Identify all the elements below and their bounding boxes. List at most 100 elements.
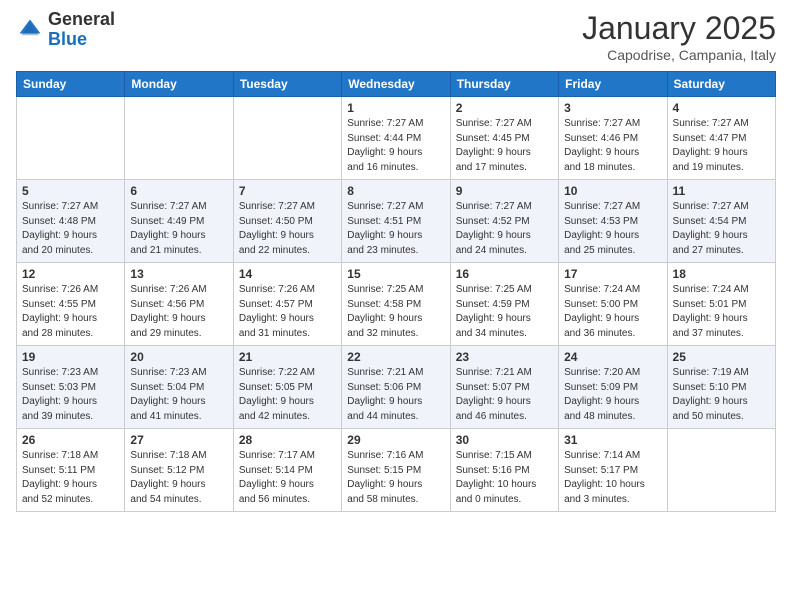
day-info: Sunrise: 7:26 AM Sunset: 4:57 PM Dayligh… <box>239 283 336 341</box>
calendar-week: 26Sunrise: 7:18 AM Sunset: 5:11 PM Dayli… <box>17 429 776 512</box>
day-number: 20 <box>130 350 227 364</box>
day-info: Sunrise: 7:14 AM Sunset: 5:17 PM Dayligh… <box>564 449 661 507</box>
weekday-header: Monday <box>125 72 233 97</box>
day-info: Sunrise: 7:27 AM Sunset: 4:44 PM Dayligh… <box>347 117 444 175</box>
day-number: 22 <box>347 350 444 364</box>
day-info: Sunrise: 7:27 AM Sunset: 4:46 PM Dayligh… <box>564 117 661 175</box>
day-info: Sunrise: 7:24 AM Sunset: 5:00 PM Dayligh… <box>564 283 661 341</box>
calendar-cell <box>17 97 125 180</box>
header-row: SundayMondayTuesdayWednesdayThursdayFrid… <box>17 72 776 97</box>
calendar-cell: 4 Sunrise: 7:27 AM Sunset: 4:47 PM Daylig… <box>667 97 775 180</box>
day-number: 17 <box>564 267 661 281</box>
calendar-week: 5 Sunrise: 7:27 AM Sunset: 4:48 PM Daylig… <box>17 180 776 263</box>
logo-general: General <box>48 10 115 30</box>
day-number: 10 <box>564 184 661 198</box>
day-number: 28 <box>239 433 336 447</box>
day-info: Sunrise: 7:15 AM Sunset: 5:16 PM Dayligh… <box>456 449 553 507</box>
calendar-cell: 9 Sunrise: 7:27 AM Sunset: 4:52 PM Daylig… <box>450 180 558 263</box>
calendar-cell: 30 Sunrise: 7:15 AM Sunset: 5:16 PM Dayli… <box>450 429 558 512</box>
calendar-cell: 26Sunrise: 7:18 AM Sunset: 5:11 PM Dayli… <box>17 429 125 512</box>
weekday-header: Tuesday <box>233 72 341 97</box>
day-info: Sunrise: 7:22 AM Sunset: 5:05 PM Dayligh… <box>239 366 336 424</box>
calendar-cell: 24Sunrise: 7:20 AM Sunset: 5:09 PM Dayli… <box>559 346 667 429</box>
day-number: 1 <box>347 101 444 115</box>
calendar-cell: 7 Sunrise: 7:27 AM Sunset: 4:50 PM Daylig… <box>233 180 341 263</box>
calendar-cell: 6Sunrise: 7:27 AM Sunset: 4:49 PM Daylig… <box>125 180 233 263</box>
day-number: 18 <box>673 267 770 281</box>
day-info: Sunrise: 7:23 AM Sunset: 5:04 PM Dayligh… <box>130 366 227 424</box>
calendar-cell: 29 Sunrise: 7:16 AM Sunset: 5:15 PM Dayli… <box>342 429 450 512</box>
calendar-cell: 14 Sunrise: 7:26 AM Sunset: 4:57 PM Dayli… <box>233 263 341 346</box>
calendar-cell: 5 Sunrise: 7:27 AM Sunset: 4:48 PM Daylig… <box>17 180 125 263</box>
weekday-header: Sunday <box>17 72 125 97</box>
day-number: 24 <box>564 350 661 364</box>
calendar-cell: 20 Sunrise: 7:23 AM Sunset: 5:04 PM Dayli… <box>125 346 233 429</box>
day-number: 7 <box>239 184 336 198</box>
month-title: January 2025 <box>582 10 776 47</box>
calendar-cell <box>667 429 775 512</box>
day-number: 19 <box>22 350 119 364</box>
calendar-cell: 17 Sunrise: 7:24 AM Sunset: 5:00 PM Dayli… <box>559 263 667 346</box>
page: General Blue January 2025 Capodrise, Cam… <box>0 0 792 612</box>
calendar-cell: 2 Sunrise: 7:27 AM Sunset: 4:45 PM Daylig… <box>450 97 558 180</box>
day-info: Sunrise: 7:27 AM Sunset: 4:53 PM Dayligh… <box>564 200 661 258</box>
day-info: Sunrise: 7:26 AM Sunset: 4:56 PM Dayligh… <box>130 283 227 341</box>
day-info: Sunrise: 7:27 AM Sunset: 4:47 PM Dayligh… <box>673 117 770 175</box>
calendar-cell: 12Sunrise: 7:26 AM Sunset: 4:55 PM Dayli… <box>17 263 125 346</box>
logo: General Blue <box>16 10 115 50</box>
day-number: 16 <box>456 267 553 281</box>
day-number: 2 <box>456 101 553 115</box>
day-number: 4 <box>673 101 770 115</box>
calendar-cell <box>233 97 341 180</box>
calendar-cell: 18Sunrise: 7:24 AM Sunset: 5:01 PM Dayli… <box>667 263 775 346</box>
day-info: Sunrise: 7:27 AM Sunset: 4:50 PM Dayligh… <box>239 200 336 258</box>
day-info: Sunrise: 7:27 AM Sunset: 4:45 PM Dayligh… <box>456 117 553 175</box>
day-info: Sunrise: 7:16 AM Sunset: 5:15 PM Dayligh… <box>347 449 444 507</box>
day-number: 31 <box>564 433 661 447</box>
logo-icon <box>16 16 44 44</box>
day-number: 29 <box>347 433 444 447</box>
day-info: Sunrise: 7:27 AM Sunset: 4:52 PM Dayligh… <box>456 200 553 258</box>
calendar-week: 12Sunrise: 7:26 AM Sunset: 4:55 PM Dayli… <box>17 263 776 346</box>
location-subtitle: Capodrise, Campania, Italy <box>582 47 776 63</box>
day-number: 30 <box>456 433 553 447</box>
logo-text: General Blue <box>48 10 115 50</box>
day-info: Sunrise: 7:27 AM Sunset: 4:51 PM Dayligh… <box>347 200 444 258</box>
day-info: Sunrise: 7:25 AM Sunset: 4:59 PM Dayligh… <box>456 283 553 341</box>
calendar-cell <box>125 97 233 180</box>
day-number: 23 <box>456 350 553 364</box>
calendar-week: 1 Sunrise: 7:27 AM Sunset: 4:44 PM Daylig… <box>17 97 776 180</box>
day-number: 9 <box>456 184 553 198</box>
day-info: Sunrise: 7:19 AM Sunset: 5:10 PM Dayligh… <box>673 366 770 424</box>
day-number: 21 <box>239 350 336 364</box>
calendar-cell: 21 Sunrise: 7:22 AM Sunset: 5:05 PM Dayli… <box>233 346 341 429</box>
calendar-cell: 31 Sunrise: 7:14 AM Sunset: 5:17 PM Dayli… <box>559 429 667 512</box>
day-number: 26 <box>22 433 119 447</box>
weekday-header: Saturday <box>667 72 775 97</box>
day-number: 5 <box>22 184 119 198</box>
weekday-header: Thursday <box>450 72 558 97</box>
calendar-cell: 16 Sunrise: 7:25 AM Sunset: 4:59 PM Dayli… <box>450 263 558 346</box>
day-number: 14 <box>239 267 336 281</box>
calendar-cell: 25Sunrise: 7:19 AM Sunset: 5:10 PM Dayli… <box>667 346 775 429</box>
day-info: Sunrise: 7:27 AM Sunset: 4:48 PM Dayligh… <box>22 200 119 258</box>
calendar-cell: 8 Sunrise: 7:27 AM Sunset: 4:51 PM Daylig… <box>342 180 450 263</box>
calendar-cell: 27 Sunrise: 7:18 AM Sunset: 5:12 PM Dayli… <box>125 429 233 512</box>
day-info: Sunrise: 7:21 AM Sunset: 5:07 PM Dayligh… <box>456 366 553 424</box>
day-number: 15 <box>347 267 444 281</box>
calendar-cell: 3Sunrise: 7:27 AM Sunset: 4:46 PM Daylig… <box>559 97 667 180</box>
day-info: Sunrise: 7:17 AM Sunset: 5:14 PM Dayligh… <box>239 449 336 507</box>
day-number: 8 <box>347 184 444 198</box>
title-block: January 2025 Capodrise, Campania, Italy <box>582 10 776 63</box>
calendar-cell: 23 Sunrise: 7:21 AM Sunset: 5:07 PM Dayli… <box>450 346 558 429</box>
calendar-cell: 15Sunrise: 7:25 AM Sunset: 4:58 PM Dayli… <box>342 263 450 346</box>
day-info: Sunrise: 7:27 AM Sunset: 4:54 PM Dayligh… <box>673 200 770 258</box>
weekday-header: Friday <box>559 72 667 97</box>
calendar-week: 19Sunrise: 7:23 AM Sunset: 5:03 PM Dayli… <box>17 346 776 429</box>
calendar-cell: 10 Sunrise: 7:27 AM Sunset: 4:53 PM Dayli… <box>559 180 667 263</box>
calendar-cell: 11Sunrise: 7:27 AM Sunset: 4:54 PM Dayli… <box>667 180 775 263</box>
calendar-cell: 19Sunrise: 7:23 AM Sunset: 5:03 PM Dayli… <box>17 346 125 429</box>
day-info: Sunrise: 7:27 AM Sunset: 4:49 PM Dayligh… <box>130 200 227 258</box>
day-info: Sunrise: 7:18 AM Sunset: 5:12 PM Dayligh… <box>130 449 227 507</box>
day-number: 27 <box>130 433 227 447</box>
